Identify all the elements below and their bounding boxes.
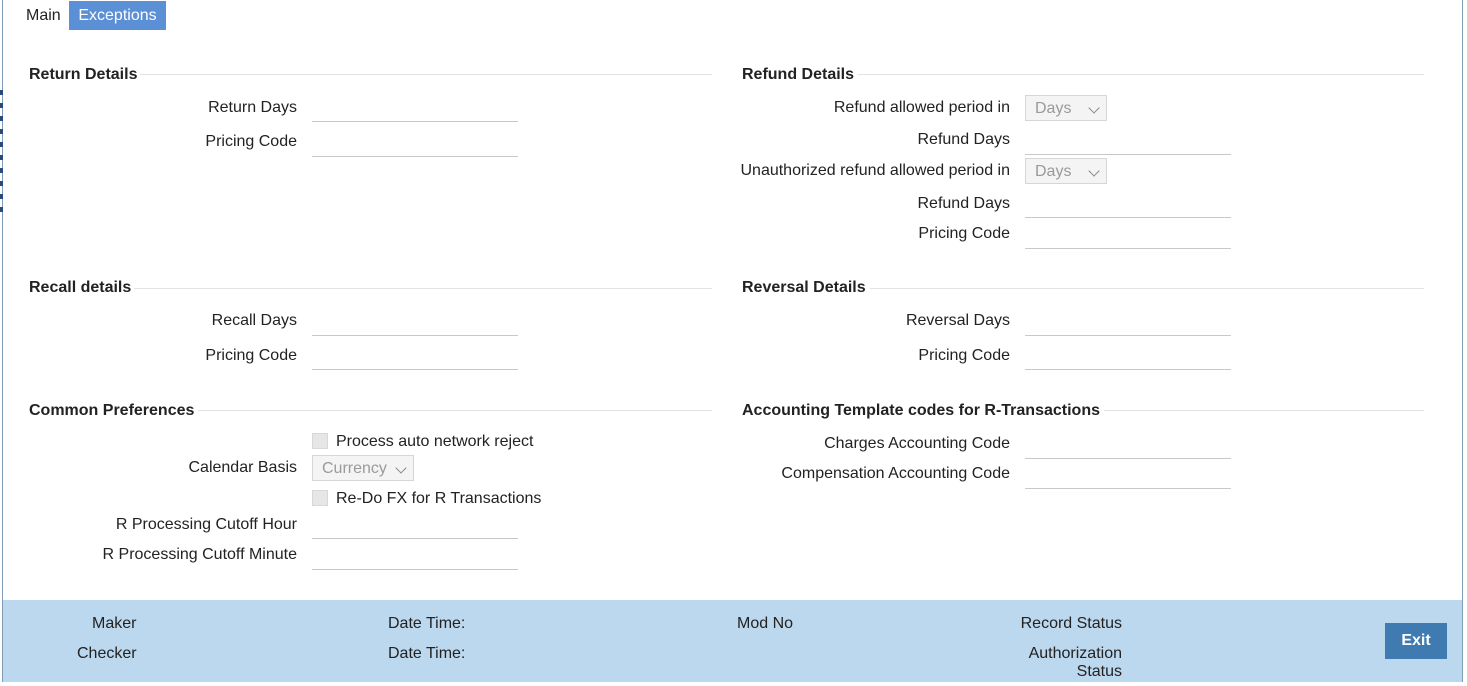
- unauth-refund-days-label: Refund Days: [917, 195, 1011, 212]
- charges-accounting-code-label: Charges Accounting Code: [824, 435, 1010, 452]
- unauth-refund-period-select[interactable]: Days: [1025, 158, 1107, 184]
- refund-details-divider: [858, 74, 1424, 75]
- cutoff-hour-input[interactable]: [312, 516, 518, 539]
- reversal-days-label: Reversal Days: [905, 312, 1010, 329]
- audit-footer: [3, 600, 1462, 682]
- return-pricing-code-input[interactable]: [312, 134, 518, 157]
- calendar-basis-select[interactable]: Currency: [312, 455, 414, 481]
- chevron-down-icon: [395, 462, 407, 474]
- calendar-basis-label: Calendar Basis: [188, 459, 298, 476]
- refund-days-label: Refund Days: [917, 131, 1011, 148]
- reversal-details-title: Reversal Details: [742, 279, 866, 296]
- compensation-accounting-code-label: Compensation Accounting Code: [781, 465, 1010, 482]
- recall-pricing-code-label: Pricing Code: [205, 347, 297, 364]
- checker-date-time-label: Date Time:: [388, 645, 466, 662]
- refund-days-input[interactable]: [1025, 132, 1231, 155]
- refund-details-title: Refund Details: [742, 66, 855, 83]
- authorization-label: Authorization: [1028, 645, 1122, 662]
- refund-pricing-code-label: Pricing Code: [918, 225, 1010, 242]
- return-details-divider: [140, 74, 712, 75]
- recall-days-input[interactable]: [312, 313, 518, 336]
- chevron-down-icon: [1088, 102, 1100, 114]
- compensation-accounting-code-input[interactable]: [1025, 466, 1231, 489]
- record-status-label: Record Status: [1020, 615, 1122, 632]
- refund-allowed-period-select[interactable]: Days: [1025, 95, 1107, 121]
- reversal-days-input[interactable]: [1025, 313, 1231, 336]
- auto-reject-checkbox[interactable]: [312, 433, 328, 449]
- reversal-pricing-code-input[interactable]: [1025, 347, 1231, 370]
- common-preferences-title: Common Preferences: [29, 402, 195, 419]
- left-edge-marks: [0, 90, 3, 220]
- return-pricing-code-label: Pricing Code: [205, 133, 297, 150]
- calendar-basis-value: Currency: [322, 460, 387, 477]
- refund-allowed-period-value: Days: [1035, 100, 1072, 117]
- accounting-title: Accounting Template codes for R-Transact…: [742, 402, 1100, 419]
- recall-pricing-code-input[interactable]: [312, 347, 518, 370]
- cutoff-hour-label: R Processing Cutoff Hour: [115, 516, 297, 533]
- cutoff-minute-input[interactable]: [312, 547, 518, 570]
- redo-fx-label: Re-Do FX for R Transactions: [336, 490, 542, 507]
- accounting-divider: [1104, 410, 1424, 411]
- reversal-pricing-code-label: Pricing Code: [918, 347, 1010, 364]
- recall-details-title: Recall details: [29, 279, 132, 296]
- tab-main[interactable]: Main: [26, 1, 61, 30]
- checker-label: Checker: [77, 645, 137, 662]
- maker-label: Maker: [92, 615, 137, 632]
- auto-reject-label: Process auto network reject: [336, 433, 534, 450]
- maker-date-time-label: Date Time:: [388, 615, 466, 632]
- unauth-refund-period-label: Unauthorized refund allowed period in: [740, 162, 1010, 179]
- mod-no-label: Mod No: [737, 615, 794, 632]
- redo-fx-checkbox[interactable]: [312, 490, 328, 506]
- recall-days-label: Recall Days: [211, 312, 297, 329]
- refund-allowed-period-label: Refund allowed period in: [833, 99, 1010, 116]
- tab-exceptions[interactable]: Exceptions: [69, 1, 166, 30]
- common-preferences-divider: [198, 410, 712, 411]
- return-days-label: Return Days: [208, 99, 297, 116]
- refund-pricing-code-input[interactable]: [1025, 226, 1231, 249]
- charges-accounting-code-input[interactable]: [1025, 436, 1231, 459]
- reversal-details-divider: [870, 288, 1424, 289]
- authorization-status-label: Status: [1076, 663, 1122, 680]
- unauth-refund-days-input[interactable]: [1025, 195, 1231, 218]
- cutoff-minute-label: R Processing Cutoff Minute: [102, 546, 297, 563]
- recall-details-divider: [134, 288, 712, 289]
- exit-button[interactable]: Exit: [1385, 623, 1447, 659]
- chevron-down-icon: [1088, 165, 1100, 177]
- return-days-input[interactable]: [312, 99, 518, 122]
- return-details-title: Return Details: [29, 66, 138, 83]
- unauth-refund-period-value: Days: [1035, 163, 1072, 180]
